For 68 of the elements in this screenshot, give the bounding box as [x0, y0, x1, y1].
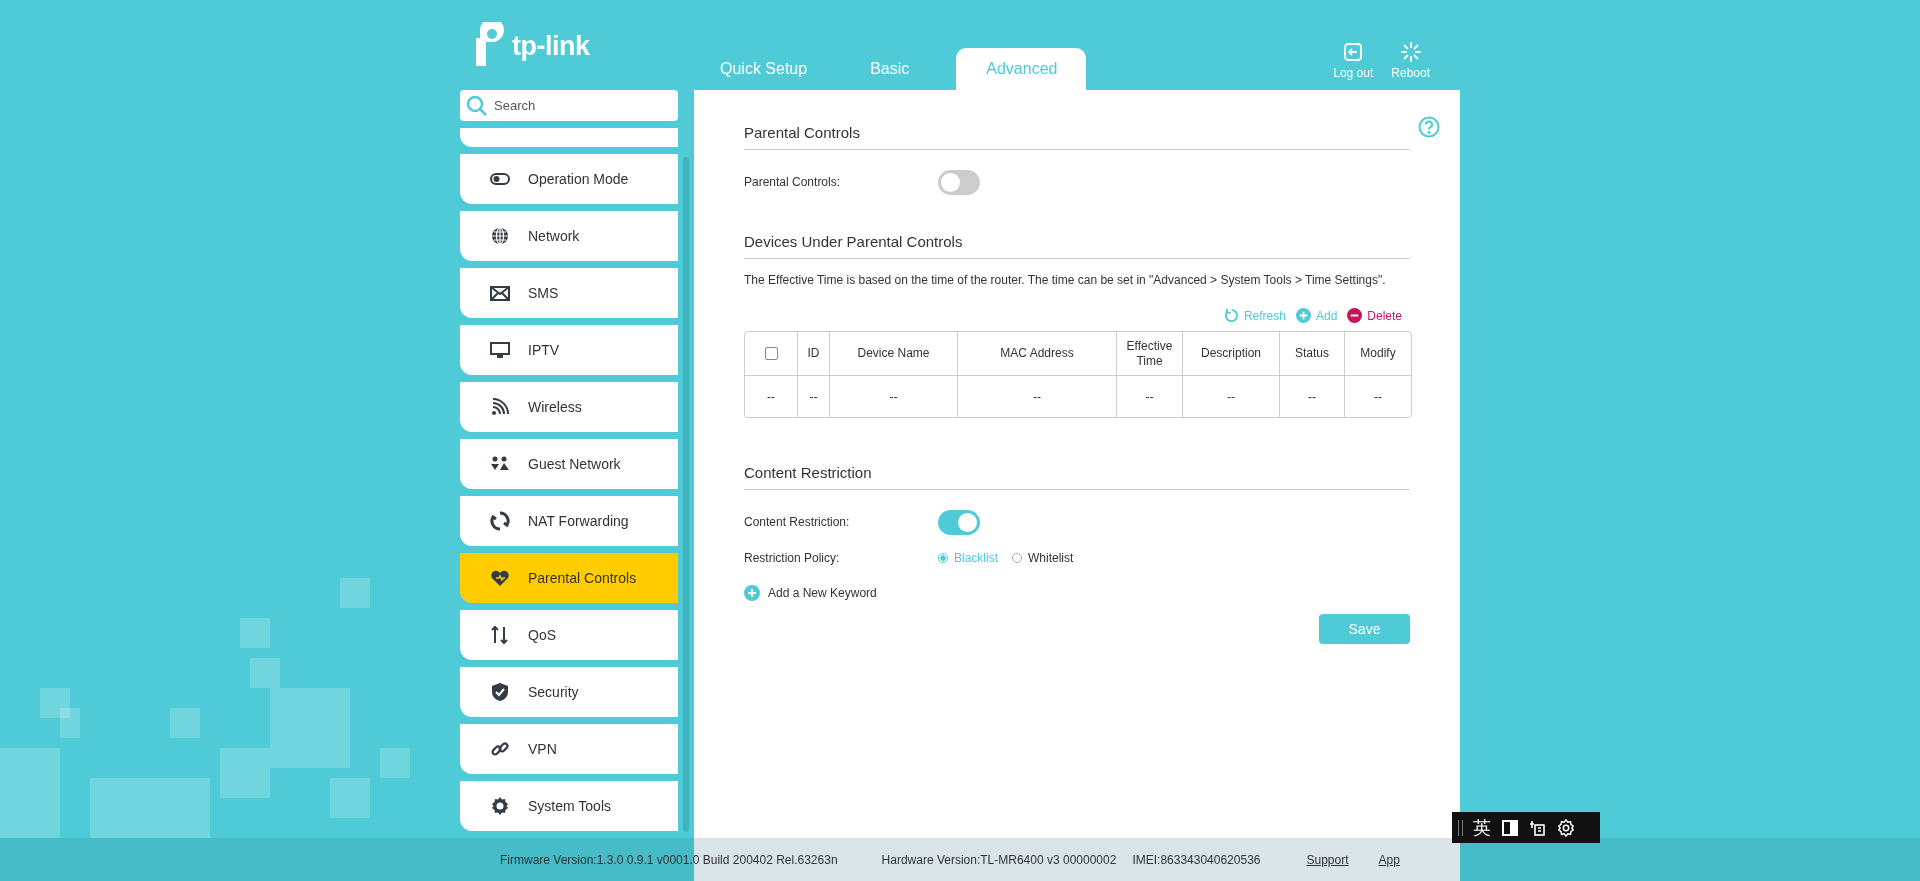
table-cell: --	[830, 376, 958, 417]
section-title: Parental Controls	[744, 124, 1410, 150]
sidebar-item[interactable]: System Tools	[460, 781, 678, 831]
column-header: MAC Address	[958, 332, 1117, 376]
sidebar-item[interactable]: Parental Controls	[460, 553, 678, 603]
sidebar-item[interactable]: VPN	[460, 724, 678, 774]
sidebar-item[interactable]: Security	[460, 667, 678, 717]
table-cell: --	[1183, 376, 1280, 417]
table-cell-text: --	[1373, 388, 1383, 406]
tool-icon[interactable]	[1529, 818, 1547, 837]
field-label: Restriction Policy:	[744, 551, 841, 565]
table-cell: --	[958, 376, 1117, 417]
column-header: Status	[1280, 332, 1345, 376]
minus-icon	[1347, 308, 1363, 323]
sidebar-item[interactable]: IPTV	[460, 325, 678, 375]
note-text: The Effective Time is based on the time of the router. The time can be set in "Advanced > System Tools > Time Settings".	[744, 273, 1387, 287]
circular-arrows-icon	[490, 511, 510, 531]
footer-link[interactable]: Support	[1306, 852, 1349, 867]
up-down-arrows-icon	[490, 625, 510, 645]
add-keyword-button[interactable]: Add a New Keyword	[744, 585, 877, 601]
column-header: Modify	[1345, 332, 1411, 376]
sidebar-item[interactable]: Guest Network	[460, 439, 678, 489]
brand-name: tp-link	[512, 30, 590, 62]
reboot-icon	[1400, 42, 1421, 62]
sidebar-item[interactable]: Network	[460, 211, 678, 261]
panel-icon[interactable]	[1501, 818, 1519, 837]
scrollbar[interactable]	[683, 157, 689, 832]
gear-icon	[490, 796, 510, 816]
signal-icon	[490, 397, 510, 417]
sidebar-item[interactable]: SMS	[460, 268, 678, 318]
envelope-icon	[490, 283, 510, 303]
toggle-switch[interactable]	[938, 169, 980, 195]
table-cell: --	[745, 376, 798, 417]
table-cell: --	[1117, 376, 1183, 417]
field-label: Parental Controls:	[744, 175, 842, 189]
column-header: ID	[798, 332, 830, 376]
footer-link[interactable]: App	[1378, 852, 1400, 867]
column-header: Effective Time	[1117, 332, 1183, 376]
refresh-icon	[1223, 308, 1239, 323]
field-label: Content Restriction:	[744, 515, 851, 529]
monitor-icon	[490, 340, 510, 360]
column-header: Description	[1183, 332, 1280, 376]
radio-option[interactable]: Whitelist	[1012, 551, 1074, 565]
sidebar-item[interactable]: NAT Forwarding	[460, 496, 678, 546]
settings-icon[interactable]	[1557, 818, 1575, 837]
globe-icon	[490, 226, 510, 246]
search-field[interactable]: Search	[460, 90, 678, 121]
logout-icon	[1343, 42, 1364, 62]
heart-icon	[490, 568, 510, 588]
table-cell: --	[798, 376, 830, 417]
hardware-version: Hardware Version:TL-MR6400 v3 00000002	[881, 852, 1117, 867]
imei-text: IMEI:863343040620536	[1132, 852, 1261, 867]
shield-icon	[490, 682, 510, 702]
sidebar-item[interactable]: Operation Mode	[460, 154, 678, 204]
sidebar-item[interactable]: QoS	[460, 610, 678, 660]
toggle-switch[interactable]	[938, 509, 980, 535]
plus-icon	[1295, 308, 1311, 323]
language-indicator[interactable]: 英	[1473, 815, 1491, 840]
search-icon	[466, 95, 488, 117]
help-icon[interactable]	[1418, 116, 1440, 138]
section-title: Content Restriction	[744, 464, 1410, 490]
section-title: Devices Under Parental Controls	[744, 233, 1410, 259]
table-cell: --	[1280, 376, 1345, 417]
delete-button[interactable]: Delete	[1347, 308, 1402, 323]
sidebar-item[interactable]: Wireless	[460, 382, 678, 432]
select-all-checkbox[interactable]	[764, 347, 778, 361]
column-header: Device Name	[830, 332, 958, 376]
plus-icon	[744, 585, 760, 601]
